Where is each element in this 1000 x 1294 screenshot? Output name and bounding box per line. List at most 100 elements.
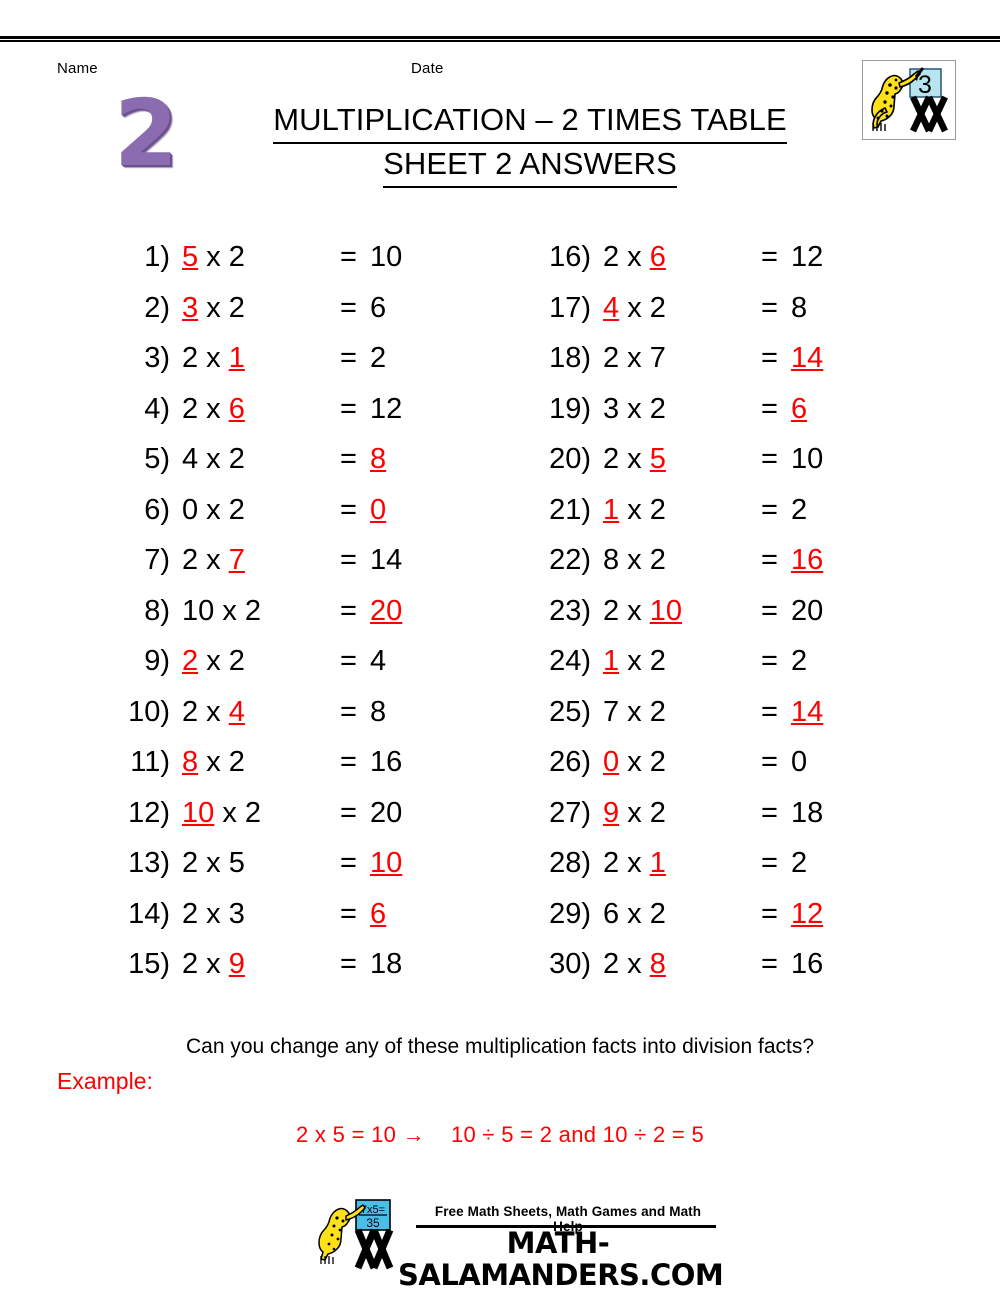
problem-row: 24) 1 x 2 = 2	[533, 636, 953, 687]
problem-expression: 10 x 2	[182, 586, 261, 637]
problem-index: 21)	[549, 493, 591, 526]
equals-sign: =	[340, 897, 357, 930]
problem-answer-value: 8	[370, 443, 387, 475]
equals-sign: =	[340, 594, 357, 627]
problem-result: 12	[370, 392, 403, 425]
equals-sign: =	[340, 847, 357, 879]
problem-index: 23)	[549, 594, 591, 627]
expression-static-suffix: x 2	[214, 796, 262, 829]
top-divider-bar-upper	[0, 36, 1000, 39]
problem-index: 20)	[549, 443, 591, 475]
problem-row: 20) 2 x 5 = 10	[533, 434, 953, 485]
equals-sign: =	[340, 746, 357, 778]
problem-row: 17) 4 x 2 = 8	[533, 283, 953, 334]
problem-index: 15)	[128, 948, 170, 980]
problem-expression: 2 x 9	[182, 939, 245, 990]
problem-row: 13) 2 x 5 = 10	[112, 838, 532, 889]
expression-static-suffix: x 2	[619, 746, 666, 778]
page-title: MULTIPLICATION – 2 TIMES TABLE SHEET 2 A…	[210, 100, 850, 188]
expression-static-prefix: 2 x	[603, 948, 650, 980]
expression-static-prefix: 2 x	[603, 241, 650, 273]
expression-answer-value: 6	[228, 392, 245, 425]
problem-row: 26) 0 x 2 = 0	[533, 737, 953, 788]
problem-row: 27) 9 x 2 = 18	[533, 788, 953, 839]
problem-row: 5) 4 x 2 = 8	[112, 434, 532, 485]
problem-answer-value: 14	[791, 695, 824, 728]
problem-row: 28) 2 x 1 = 2	[533, 838, 953, 889]
problem-row: 22) 8 x 2 = 16	[533, 535, 953, 586]
equals-sign: =	[340, 291, 357, 324]
problem-expression: 3 x 2	[603, 384, 666, 435]
expression-static-prefix: 2 x	[603, 443, 650, 475]
title-line-2: SHEET 2 ANSWERS	[210, 144, 850, 188]
problem-index: 7)	[144, 544, 170, 576]
problem-expression: 10 x 2	[182, 788, 261, 839]
problem-row: 15) 2 x 9 = 18	[112, 939, 532, 990]
problem-result: 6	[370, 291, 387, 324]
name-label: Name	[57, 60, 98, 77]
problem-expression: 2 x 1	[603, 838, 666, 889]
problem-index: 11)	[130, 746, 170, 778]
equals-sign: =	[761, 796, 778, 829]
expression-static-prefix: 2 x	[182, 695, 229, 728]
equals-sign: =	[761, 897, 778, 930]
equals-sign: =	[761, 544, 778, 576]
problem-result: 2	[370, 342, 387, 374]
problem-index: 19)	[549, 392, 591, 425]
problem-index: 27)	[549, 796, 591, 829]
problem-index: 4)	[144, 392, 170, 425]
problem-answer-value: 6	[370, 897, 387, 930]
problem-result: 2	[791, 847, 808, 879]
problem-result: 4	[370, 645, 387, 677]
expression-static-prefix: 2 x	[603, 594, 650, 627]
problem-index: 16)	[549, 241, 591, 273]
title-line-2-text: SHEET 2 ANSWERS	[383, 144, 677, 188]
problem-index: 22)	[549, 544, 591, 576]
equals-sign: =	[761, 948, 778, 980]
expression-static-suffix: x 2	[198, 746, 245, 778]
problem-row: 1) 5 x 2 = 10	[112, 232, 532, 283]
expression-answer-value: 1	[603, 645, 620, 677]
example-equation-part2: 10 ÷ 5 = 2 and 10 ÷ 2 = 5	[450, 1122, 704, 1147]
problem-index: 10)	[128, 695, 170, 728]
problem-answer-value: 12	[791, 897, 824, 930]
problem-row: 8) 10 x 2 = 20	[112, 586, 532, 637]
problem-row: 2) 3 x 2 = 6	[112, 283, 532, 334]
equals-sign: =	[761, 746, 778, 778]
expression-static-suffix: x 2	[619, 645, 666, 677]
problem-expression: 8 x 2	[603, 535, 666, 586]
problem-expression: 1 x 2	[603, 485, 666, 536]
problem-expression: 2 x 7	[603, 333, 666, 384]
expression-static-prefix: 4 x 2	[182, 443, 245, 475]
problem-index: 24)	[549, 645, 591, 677]
problem-expression: 2 x 2	[182, 636, 245, 687]
bonus-question: Can you change any of these multiplicati…	[185, 1035, 815, 1058]
equals-sign: =	[761, 695, 778, 728]
brand-sign-line-2: 35	[366, 1216, 380, 1230]
salamander-logo-icon: 3	[863, 61, 955, 139]
problem-index: 9)	[144, 645, 170, 677]
problem-index: 6)	[144, 493, 170, 526]
problem-expression: 5 x 2	[182, 232, 245, 283]
expression-answer-value: 2	[182, 645, 199, 677]
expression-answer-value: 1	[228, 342, 245, 374]
problem-result: 12	[791, 241, 824, 273]
expression-answer-value: 8	[649, 948, 666, 980]
problem-expression: 2 x 7	[182, 535, 245, 586]
problem-expression: 2 x 1	[182, 333, 245, 384]
expression-static-prefix: 2 x	[182, 948, 229, 980]
brand-sign-line-1: 7x5=	[361, 1204, 385, 1216]
example-equation: 2 x 5 = 10 → 10 ÷ 5 = 2 and 10 ÷ 2 = 5	[0, 1122, 1000, 1148]
problem-row: 23) 2 x 10 = 20	[533, 586, 953, 637]
problem-row: 7) 2 x 7 = 14	[112, 535, 532, 586]
equals-sign: =	[761, 594, 778, 627]
problem-row: 6) 0 x 2 = 0	[112, 485, 532, 536]
equals-sign: =	[761, 847, 778, 879]
problem-index: 3)	[144, 342, 170, 374]
problem-index: 26)	[549, 746, 591, 778]
times-table-number: 2	[113, 80, 178, 187]
expression-answer-value: 6	[649, 241, 666, 273]
problem-result: 20	[791, 594, 824, 627]
problem-index: 30)	[549, 948, 591, 980]
problem-result: 2	[791, 645, 808, 677]
